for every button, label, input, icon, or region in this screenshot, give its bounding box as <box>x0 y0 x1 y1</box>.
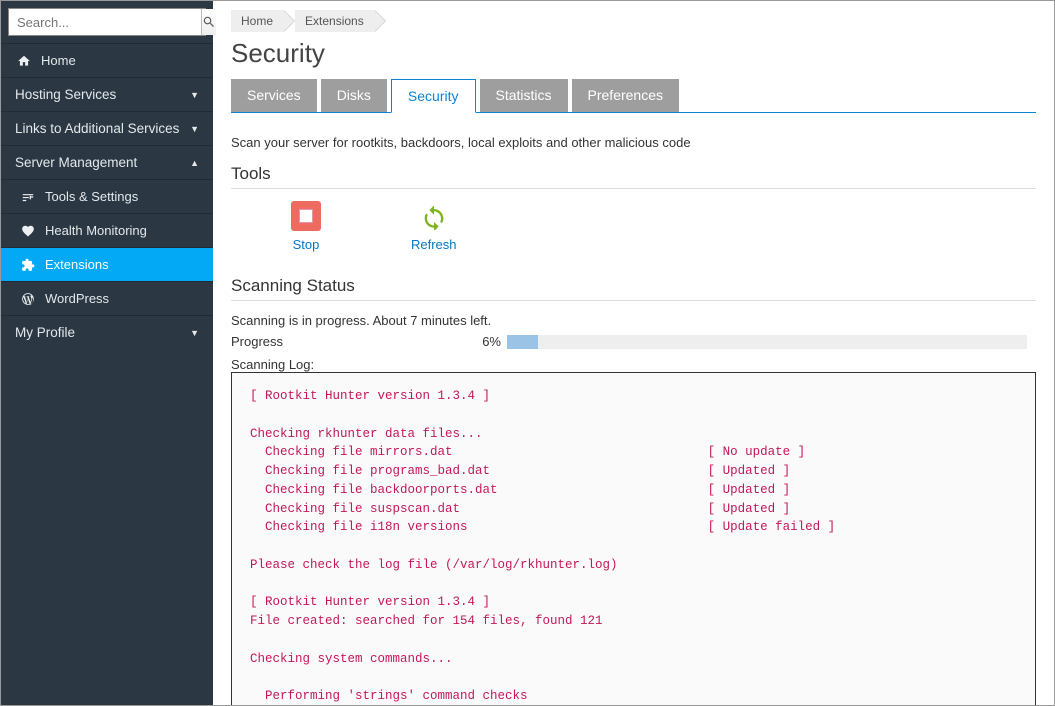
home-icon <box>15 54 33 68</box>
wordpress-icon <box>19 292 37 306</box>
nav-item-label: Tools & Settings <box>45 189 138 204</box>
nav-wordpress[interactable]: WordPress <box>1 281 213 315</box>
nav-section-label: Links to Additional Services <box>15 121 179 136</box>
main-content: Home Extensions Security Services Disks … <box>213 1 1054 705</box>
page-description: Scan your server for rootkits, backdoors… <box>231 135 1036 150</box>
sliders-icon <box>19 190 37 204</box>
nav-extensions[interactable]: Extensions <box>1 247 213 281</box>
search-button[interactable] <box>201 9 216 35</box>
nav-home[interactable]: Home <box>1 43 213 77</box>
tabs: Services Disks Security Statistics Prefe… <box>231 79 1036 113</box>
tab-statistics[interactable]: Statistics <box>480 79 568 112</box>
progress-percent: 6% <box>471 334 501 349</box>
search-input[interactable] <box>9 9 201 35</box>
nav-hosting-services[interactable]: Hosting Services ▼ <box>1 77 213 111</box>
refresh-label: Refresh <box>411 237 457 252</box>
search-icon <box>202 15 216 29</box>
status-text: Scanning is in progress. About 7 minutes… <box>231 313 1036 328</box>
puzzle-icon <box>19 258 37 272</box>
nav-home-label: Home <box>41 53 76 68</box>
progress-fill <box>507 335 538 349</box>
status-heading: Scanning Status <box>231 276 1036 301</box>
tab-services[interactable]: Services <box>231 79 317 112</box>
breadcrumb: Home Extensions <box>213 5 1054 32</box>
caret-down-icon: ▼ <box>190 90 199 100</box>
progress-label: Progress <box>231 334 471 349</box>
nav-item-label: Health Monitoring <box>45 223 147 238</box>
page-title: Security <box>213 32 1054 79</box>
nav-tools-settings[interactable]: Tools & Settings <box>1 179 213 213</box>
scan-log: [ Rootkit Hunter version 1.3.4 ] Checkin… <box>231 372 1036 705</box>
nav-section-label: My Profile <box>15 325 75 340</box>
tab-preferences[interactable]: Preferences <box>572 79 679 112</box>
caret-up-icon: ▲ <box>190 158 199 168</box>
log-label: Scanning Log: <box>231 357 1036 372</box>
breadcrumb-home[interactable]: Home <box>231 10 283 32</box>
nav-additional-services[interactable]: Links to Additional Services ▼ <box>1 111 213 145</box>
stop-label: Stop <box>293 237 320 252</box>
refresh-icon <box>419 201 449 231</box>
nav-item-label: Extensions <box>45 257 109 272</box>
nav-section-label: Server Management <box>15 155 137 170</box>
tab-security[interactable]: Security <box>391 79 476 113</box>
stop-icon <box>291 201 321 231</box>
nav-section-label: Hosting Services <box>15 87 116 102</box>
heart-icon <box>19 224 37 238</box>
refresh-button[interactable]: Refresh <box>411 201 457 252</box>
nav-server-management[interactable]: Server Management ▲ <box>1 145 213 179</box>
sidebar: Home Hosting Services ▼ Links to Addition… <box>1 1 213 705</box>
progress-bar <box>507 335 1027 349</box>
tools-heading: Tools <box>231 164 1036 189</box>
nav-health-monitoring[interactable]: Health Monitoring <box>1 213 213 247</box>
breadcrumb-extensions[interactable]: Extensions <box>295 10 374 32</box>
nav-item-label: WordPress <box>45 291 109 306</box>
caret-down-icon: ▼ <box>190 124 199 134</box>
caret-down-icon: ▼ <box>190 328 199 338</box>
tab-disks[interactable]: Disks <box>321 79 387 112</box>
nav-my-profile[interactable]: My Profile ▼ <box>1 315 213 349</box>
stop-button[interactable]: Stop <box>291 201 321 252</box>
search-box <box>8 8 206 36</box>
